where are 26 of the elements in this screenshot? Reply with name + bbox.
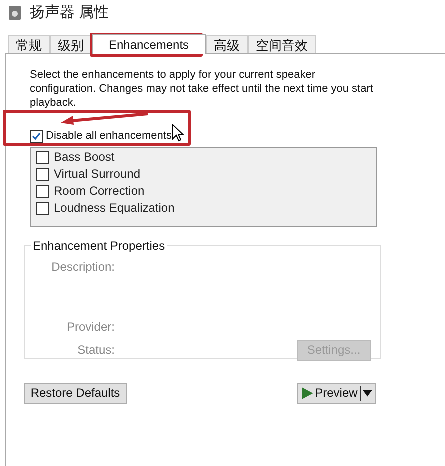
tab[interactable]: Enhancements <box>92 34 206 54</box>
tab[interactable]: 常规 <box>8 35 50 53</box>
checkbox[interactable] <box>36 168 49 180</box>
checkbox[interactable] <box>30 130 43 143</box>
status-label: Status: <box>76 342 115 359</box>
checkbox[interactable] <box>36 202 49 214</box>
checkbox-label: Bass Boost <box>54 149 115 166</box>
restore-defaults-button[interactable]: Restore Defaults <box>24 382 127 404</box>
checkbox[interactable] <box>36 184 49 198</box>
preview-button[interactable]: Preview <box>297 382 376 404</box>
tab[interactable]: 级别 <box>50 35 92 53</box>
tab[interactable]: 高级 <box>206 35 248 53</box>
checkbox-label: Loudness Equalization <box>54 200 175 217</box>
dropdown-arrow-icon <box>362 390 372 396</box>
checkbox-label: Virtual Surround <box>54 166 140 183</box>
checkbox[interactable] <box>36 150 49 164</box>
mouse-pointer-icon <box>172 124 184 142</box>
provider-label: Provider: <box>66 318 115 336</box>
checkbox-label: Room Correction <box>54 183 145 200</box>
speaker-icon <box>8 5 22 21</box>
tab[interactable]: 空间音效 <box>248 35 316 53</box>
instructions-text: Select the enhancements to apply for your current speaker configuration. Changes may not take effect until the next time you start playback. <box>30 68 374 110</box>
checkbox-label: Disable all enhancements <box>46 129 172 144</box>
description-label: Description: <box>50 258 115 276</box>
window-title: 扬声器 属性 <box>30 2 110 23</box>
play-icon <box>302 386 314 400</box>
